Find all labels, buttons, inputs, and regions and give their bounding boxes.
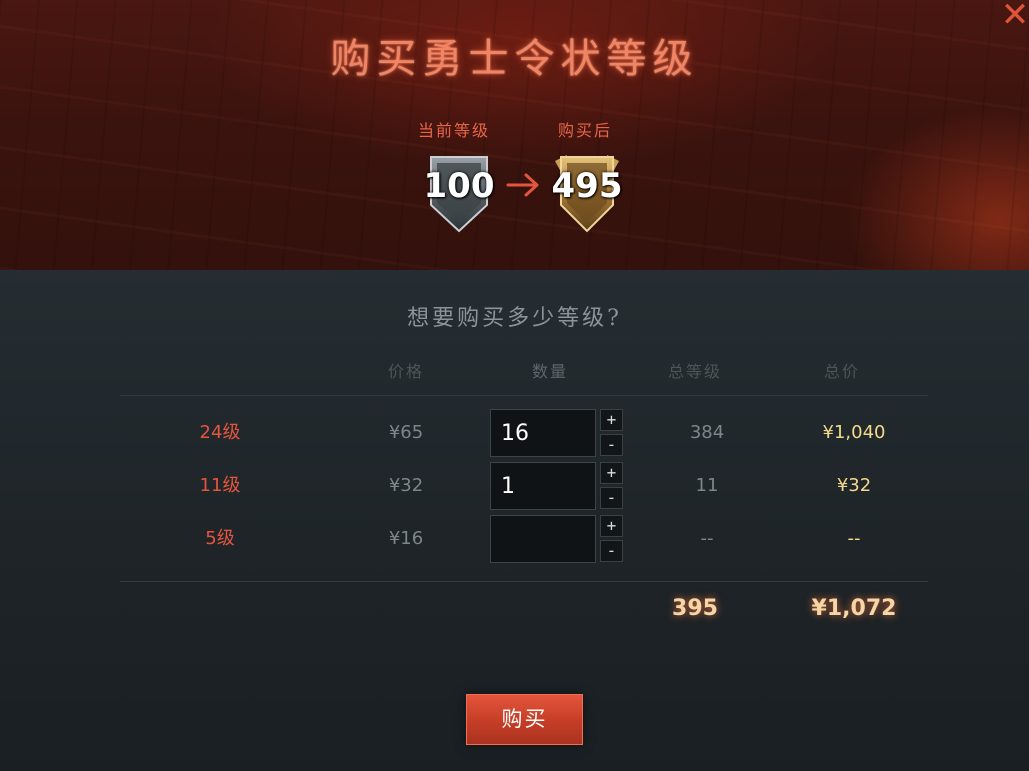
after-level-label: 购买后 (558, 121, 613, 140)
summary-total-levels: 395 (672, 596, 718, 621)
row-total-levels: 11 (695, 475, 719, 496)
row-level: 5级 (205, 528, 235, 549)
divider (120, 395, 928, 396)
row-total-price: ¥1,040 (822, 422, 886, 443)
column-header-price: 价格 (387, 362, 424, 381)
increment-button[interactable]: + (600, 409, 623, 431)
row-price: ¥16 (388, 528, 424, 549)
decrement-button[interactable]: - (600, 434, 623, 456)
column-header-total-levels: 总等级 (667, 362, 722, 381)
row-price: ¥65 (388, 422, 424, 443)
decrement-button[interactable]: - (600, 487, 623, 509)
buy-button[interactable]: 购买 (466, 694, 583, 745)
increment-button[interactable]: + (600, 462, 623, 484)
close-icon[interactable]: ✕ (1000, 0, 1029, 32)
question-heading: 想要购买多少等级? (407, 306, 622, 331)
row-total-price: ¥32 (836, 475, 872, 496)
divider (120, 581, 928, 582)
row-level: 11级 (199, 475, 241, 496)
current-level-label: 当前等级 (418, 121, 491, 140)
purchase-panel: 想要购买多少等级? 价格 数量 总等级 总价 24级 ¥65 + - 384 ¥… (0, 270, 1029, 771)
dialog-header: 购买勇士令状等级 ✕ 当前等级 购买后 100 495 (0, 0, 1029, 270)
row-total-levels: 384 (689, 422, 725, 443)
row-level: 24级 (199, 422, 241, 443)
quantity-input[interactable] (490, 515, 596, 563)
row-price: ¥32 (388, 475, 424, 496)
increment-button[interactable]: + (600, 515, 623, 537)
column-header-total-price: 总价 (823, 362, 860, 381)
column-header-quantity: 数量 (531, 362, 568, 381)
quantity-input[interactable] (490, 462, 596, 510)
current-level-badge: 100 (424, 153, 494, 233)
row-total-levels: -- (700, 528, 714, 549)
row-total-price: -- (847, 528, 861, 549)
quantity-input[interactable] (490, 409, 596, 457)
after-level-badge: 495 (552, 153, 622, 233)
summary-total-price: ¥1,072 (811, 596, 897, 621)
after-level-value: 495 (551, 166, 623, 206)
dialog-title: 购买勇士令状等级 (330, 36, 699, 82)
decrement-button[interactable]: - (600, 540, 623, 562)
current-level-value: 100 (423, 166, 495, 206)
